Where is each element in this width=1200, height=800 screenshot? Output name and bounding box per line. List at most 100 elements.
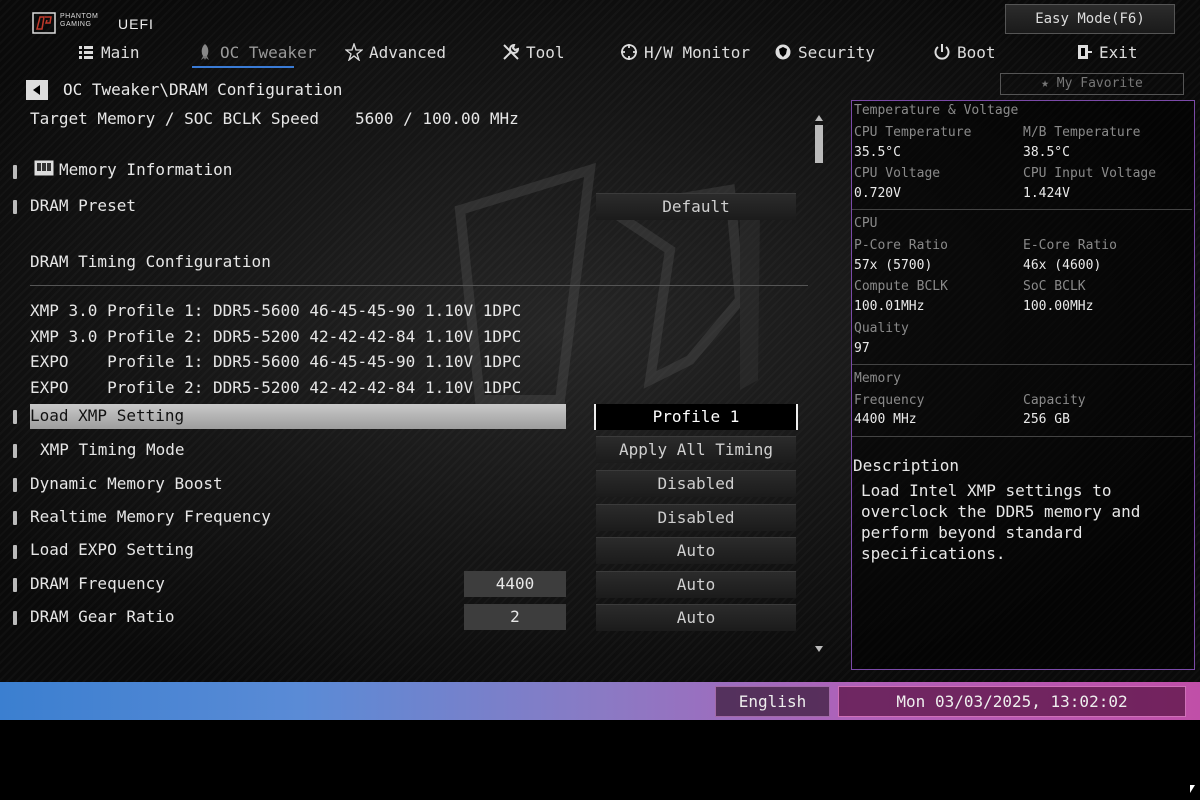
tab-tool[interactable]: Tool bbox=[502, 40, 565, 64]
dram-frequency-label: DRAM Frequency bbox=[30, 574, 165, 593]
tab-oc-tweaker[interactable]: OC Tweaker bbox=[196, 40, 316, 64]
soc-bclk-value: 100.00MHz bbox=[1023, 299, 1094, 314]
memory-info-icon bbox=[34, 160, 54, 176]
description-text: Load Intel XMP settings to overclock the… bbox=[861, 481, 1141, 563]
realtime-memory-frequency-select[interactable]: Disabled bbox=[596, 504, 796, 531]
description-title: Description bbox=[853, 456, 959, 475]
dram-frequency-current: 4400 bbox=[464, 571, 566, 597]
language-button[interactable]: English bbox=[715, 686, 830, 717]
memory-frequency-label: Frequency bbox=[854, 393, 925, 408]
item-bullet bbox=[13, 165, 17, 179]
star-icon: ★ bbox=[1041, 76, 1049, 91]
quality-value: 97 bbox=[854, 341, 870, 356]
exit-icon bbox=[1078, 45, 1092, 59]
load-expo-setting-select[interactable]: Auto bbox=[596, 537, 796, 564]
dram-preset-select[interactable]: Default bbox=[596, 193, 796, 220]
my-favorite-label: My Favorite bbox=[1056, 76, 1143, 91]
xmp-timing-mode-select[interactable]: Apply All Timing bbox=[596, 436, 796, 463]
star-icon bbox=[345, 43, 363, 61]
brand-line2: GAMING bbox=[60, 21, 92, 28]
target-speed-value: 5600 / 100.00 MHz bbox=[355, 109, 519, 128]
cpu-voltage-label: CPU Voltage bbox=[854, 166, 941, 181]
item-bullet bbox=[13, 611, 17, 625]
compute-bclk-label: Compute BCLK bbox=[854, 279, 948, 294]
cpu-input-voltage-label: CPU Input Voltage bbox=[1023, 166, 1157, 181]
tab-exit[interactable]: Exit bbox=[1075, 40, 1138, 64]
load-xmp-setting-select[interactable]: Profile 1 bbox=[594, 404, 798, 430]
panel-divider bbox=[852, 436, 1192, 437]
dram-gear-ratio-label: DRAM Gear Ratio bbox=[30, 607, 175, 626]
item-bullet bbox=[13, 410, 17, 424]
easy-mode-button[interactable]: Easy Mode(F6) bbox=[1005, 4, 1175, 34]
compute-bclk-value: 100.01MHz bbox=[854, 299, 925, 314]
tab-label: H/W Monitor bbox=[644, 42, 750, 62]
panel-divider bbox=[852, 364, 1192, 365]
temp-voltage-title: Temperature & Voltage bbox=[854, 103, 1019, 118]
profile-line: XMP 3.0 Profile 1: DDR5-5600 46-45-45-90… bbox=[30, 301, 522, 320]
realtime-memory-frequency-label: Realtime Memory Frequency bbox=[30, 507, 271, 526]
item-bullet bbox=[13, 478, 17, 492]
item-bullet bbox=[13, 511, 17, 525]
dynamic-memory-boost-select[interactable]: Disabled bbox=[596, 470, 796, 497]
cpu-temp-value: 35.5°C bbox=[854, 145, 901, 160]
section-divider bbox=[30, 285, 808, 286]
ecore-ratio-label: E-Core Ratio bbox=[1023, 238, 1117, 253]
dram-gear-ratio-current: 2 bbox=[464, 604, 566, 630]
brand-logo-text: PHANTOM GAMING bbox=[60, 13, 98, 29]
tab-label: Security bbox=[798, 42, 876, 62]
mb-temp-value: 38.5°C bbox=[1023, 145, 1070, 160]
tab-hw-monitor[interactable]: H/W Monitor bbox=[620, 40, 750, 64]
wrench-icon bbox=[503, 43, 520, 60]
tab-advanced[interactable]: Advanced bbox=[345, 40, 446, 64]
memory-capacity-value: 256 GB bbox=[1023, 412, 1070, 427]
scrollbar-thumb[interactable] bbox=[815, 125, 823, 163]
tab-main[interactable]: Main bbox=[77, 40, 140, 64]
cpu-section-title: CPU bbox=[854, 216, 878, 231]
tab-label: Tool bbox=[526, 42, 565, 62]
item-bullet bbox=[13, 578, 17, 592]
tab-label: Exit bbox=[1099, 42, 1138, 62]
tab-security[interactable]: Security bbox=[774, 40, 875, 64]
datetime-display: Mon 03/03/2025, 13:02:02 bbox=[838, 686, 1186, 717]
rocket-icon bbox=[201, 44, 209, 60]
load-xmp-setting-label[interactable]: Load XMP Setting bbox=[30, 406, 184, 425]
dram-frequency-select[interactable]: Auto bbox=[596, 571, 796, 598]
item-bullet bbox=[13, 545, 17, 559]
tab-label: Advanced bbox=[369, 42, 447, 62]
crosshair-icon bbox=[621, 44, 637, 60]
dram-gear-ratio-select[interactable]: Auto bbox=[596, 604, 796, 631]
breadcrumb: OC Tweaker\DRAM Configuration bbox=[63, 80, 343, 99]
mouse-cursor-icon bbox=[1190, 785, 1195, 793]
power-icon bbox=[934, 44, 950, 60]
ecore-ratio-value: 46x (4600) bbox=[1023, 258, 1102, 273]
list-icon bbox=[79, 46, 93, 59]
mb-temp-label: M/B Temperature bbox=[1023, 125, 1141, 140]
load-expo-setting-label: Load EXPO Setting bbox=[30, 540, 194, 559]
my-favorite-button[interactable]: ★ My Favorite bbox=[1000, 73, 1184, 95]
tab-label: OC Tweaker bbox=[220, 42, 317, 62]
memory-information-item[interactable]: Memory Information bbox=[59, 160, 232, 179]
memory-section-title: Memory bbox=[854, 371, 901, 386]
cpu-input-voltage-value: 1.424V bbox=[1023, 186, 1070, 201]
back-button[interactable] bbox=[26, 80, 48, 100]
profile-line: XMP 3.0 Profile 2: DDR5-5200 42-42-42-84… bbox=[30, 327, 522, 346]
active-tab-indicator bbox=[192, 66, 294, 68]
tab-label: Boot bbox=[957, 42, 996, 62]
timing-config-heading: DRAM Timing Configuration bbox=[30, 252, 271, 271]
cpu-temp-label: CPU Temperature bbox=[854, 125, 972, 140]
uefi-label: UEFI bbox=[118, 16, 154, 32]
scroll-down-icon[interactable] bbox=[815, 646, 823, 652]
xmp-timing-mode-label: XMP Timing Mode bbox=[40, 440, 185, 459]
scroll-up-icon[interactable] bbox=[815, 115, 823, 121]
tab-label: Main bbox=[101, 42, 140, 62]
pcore-ratio-value: 57x (5700) bbox=[854, 258, 933, 273]
target-speed-label: Target Memory / SOC BCLK Speed bbox=[30, 109, 319, 128]
panel-divider bbox=[852, 209, 1192, 210]
profile-line: EXPO Profile 1: DDR5-5600 46-45-45-90 1.… bbox=[30, 352, 522, 371]
quality-label: Quality bbox=[854, 321, 909, 336]
memory-frequency-value: 4400 MHz bbox=[854, 412, 917, 427]
tab-boot[interactable]: Boot bbox=[933, 40, 996, 64]
scrollbar[interactable] bbox=[813, 114, 825, 656]
phantom-gaming-logo-icon bbox=[32, 12, 56, 34]
soc-bclk-label: SoC BCLK bbox=[1023, 279, 1086, 294]
